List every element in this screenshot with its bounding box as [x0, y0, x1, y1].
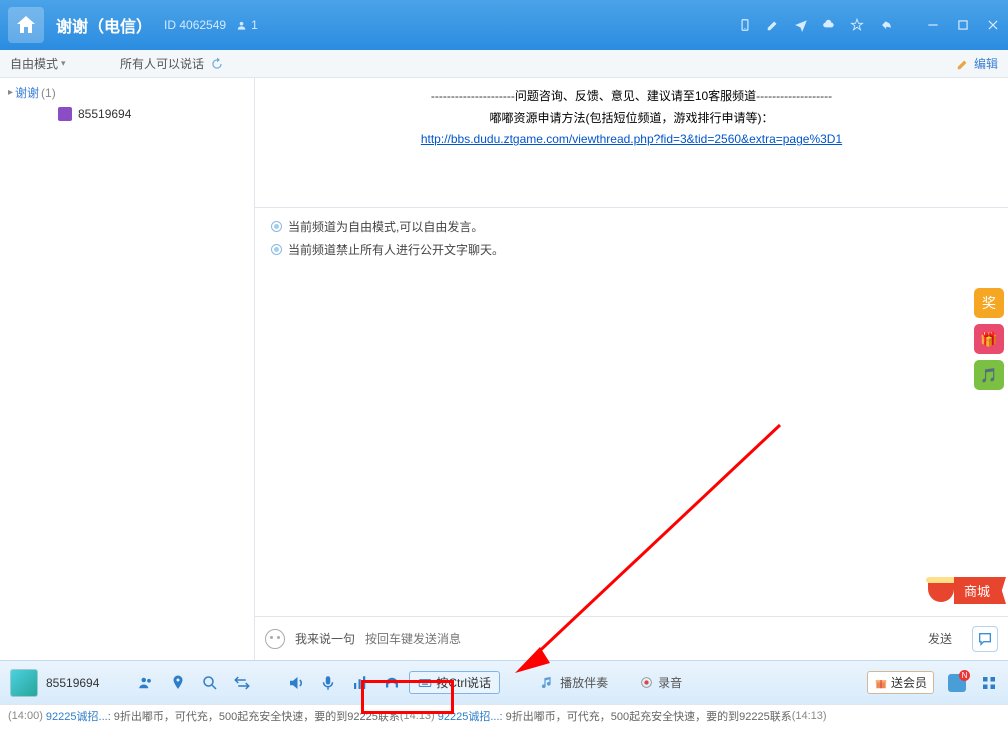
side-icons: 奖 🎁 🎵 [974, 288, 1004, 390]
search-icon[interactable] [201, 674, 219, 692]
statusbar: (14:00) 92225诚招...: 9折出嘟币，可代充，500起充安全快速，… [0, 704, 1008, 726]
bowl-icon [928, 580, 954, 602]
cloud-icon[interactable] [822, 18, 836, 32]
edit-button[interactable]: 编辑 [956, 55, 998, 72]
star-icon[interactable] [850, 18, 864, 32]
keyboard-icon [418, 676, 432, 690]
mobile-icon[interactable] [738, 18, 752, 32]
minimize-icon[interactable] [926, 18, 940, 32]
headset-icon[interactable] [383, 674, 401, 692]
user-badge-icon [58, 107, 72, 121]
gift-member-button[interactable]: 送会员 [867, 671, 934, 694]
gift-box-icon[interactable]: 🎁 [974, 324, 1004, 354]
content: ---------------------问题咨询、反馈、意见、建议请至10客服… [255, 78, 1008, 660]
current-user-id: 85519694 [46, 676, 99, 690]
transfer-icon[interactable] [233, 674, 251, 692]
input-bar: 我来说一句 发送 [255, 616, 1008, 660]
titlebar: 谢谢（电信） ID 4062549 1 [0, 0, 1008, 50]
message-input[interactable] [365, 632, 908, 646]
bullet-icon [271, 244, 282, 255]
mic-icon[interactable] [319, 674, 337, 692]
channel-item[interactable]: 谢谢 (1) [8, 84, 246, 101]
bottom-toolbar: 85519694 按Ctrl说话 播放伴奏 录音 送会员 N [0, 660, 1008, 704]
person-icon [236, 20, 247, 31]
grid-icon[interactable] [980, 674, 998, 692]
window-title: 谢谢（电信） [56, 13, 152, 37]
gift-icon [874, 676, 888, 690]
titlebar-actions [738, 18, 1000, 32]
speaker-icon[interactable] [287, 674, 305, 692]
emoji-icon[interactable] [265, 629, 285, 649]
plane-icon[interactable] [794, 18, 808, 32]
chat-bubble-button[interactable] [972, 626, 998, 652]
music-box-icon[interactable]: 🎵 [974, 360, 1004, 390]
user-item[interactable]: 85519694 [8, 107, 246, 121]
modebar: 自由模式▾ 所有人可以说话 编辑 [0, 50, 1008, 78]
ptt-button[interactable]: 按Ctrl说话 [409, 671, 500, 694]
edit-icon [956, 57, 970, 71]
pencil-icon[interactable] [766, 18, 780, 32]
notification-icon[interactable]: N [948, 674, 966, 692]
share-icon[interactable] [878, 18, 892, 32]
home-icon [14, 13, 38, 37]
notice-link[interactable]: http://bbs.dudu.ztgame.com/viewthread.ph… [421, 132, 842, 146]
talk-permission: 所有人可以说话 [120, 55, 204, 72]
chat-message: 当前频道禁止所有人进行公开文字聊天。 [271, 241, 992, 258]
maximize-icon[interactable] [956, 18, 970, 32]
contacts-icon[interactable] [137, 674, 155, 692]
close-icon[interactable] [986, 18, 1000, 32]
chat-area: 当前频道为自由模式,可以自由发言。 当前频道禁止所有人进行公开文字聊天。 [255, 208, 1008, 616]
bars-icon[interactable] [351, 674, 369, 692]
chat-bubble-icon [977, 631, 993, 647]
id-label: ID 4062549 [164, 18, 226, 32]
avatar[interactable] [10, 669, 38, 697]
music-icon [540, 675, 555, 690]
home-button[interactable] [8, 7, 44, 43]
refresh-icon[interactable] [210, 57, 224, 71]
sidebar: 谢谢 (1) 85519694 [0, 78, 255, 660]
notice-box: ---------------------问题咨询、反馈、意见、建议请至10客服… [255, 78, 1008, 208]
shop-button[interactable]: 商城 [928, 577, 1006, 604]
record-button[interactable]: 录音 [640, 674, 682, 691]
location-icon[interactable] [169, 674, 187, 692]
record-icon [640, 676, 653, 689]
bullet-icon [271, 221, 282, 232]
send-button[interactable]: 发送 [918, 626, 962, 651]
chat-message: 当前频道为自由模式,可以自由发言。 [271, 218, 992, 235]
input-prompt: 我来说一句 [295, 630, 355, 647]
accompany-button[interactable]: 播放伴奏 [540, 674, 608, 691]
user-count: 1 [236, 18, 258, 32]
award-icon[interactable]: 奖 [974, 288, 1004, 318]
main: 谢谢 (1) 85519694 ---------------------问题咨… [0, 78, 1008, 660]
mode-dropdown[interactable]: 自由模式▾ [10, 55, 66, 72]
